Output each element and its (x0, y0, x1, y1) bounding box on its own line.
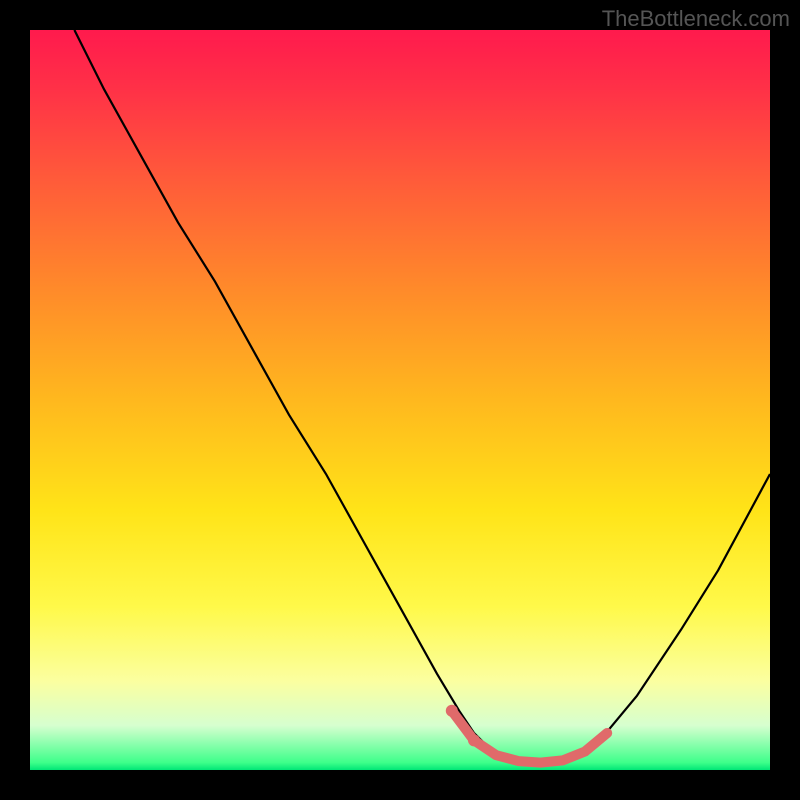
watermark-text: TheBottleneck.com (602, 6, 790, 32)
bottleneck-curve-line (74, 30, 770, 763)
chart-svg (30, 30, 770, 770)
optimal-range-start-dot-b (468, 734, 480, 746)
optimal-range-start-dot (446, 705, 458, 717)
chart-plot-area (30, 30, 770, 770)
